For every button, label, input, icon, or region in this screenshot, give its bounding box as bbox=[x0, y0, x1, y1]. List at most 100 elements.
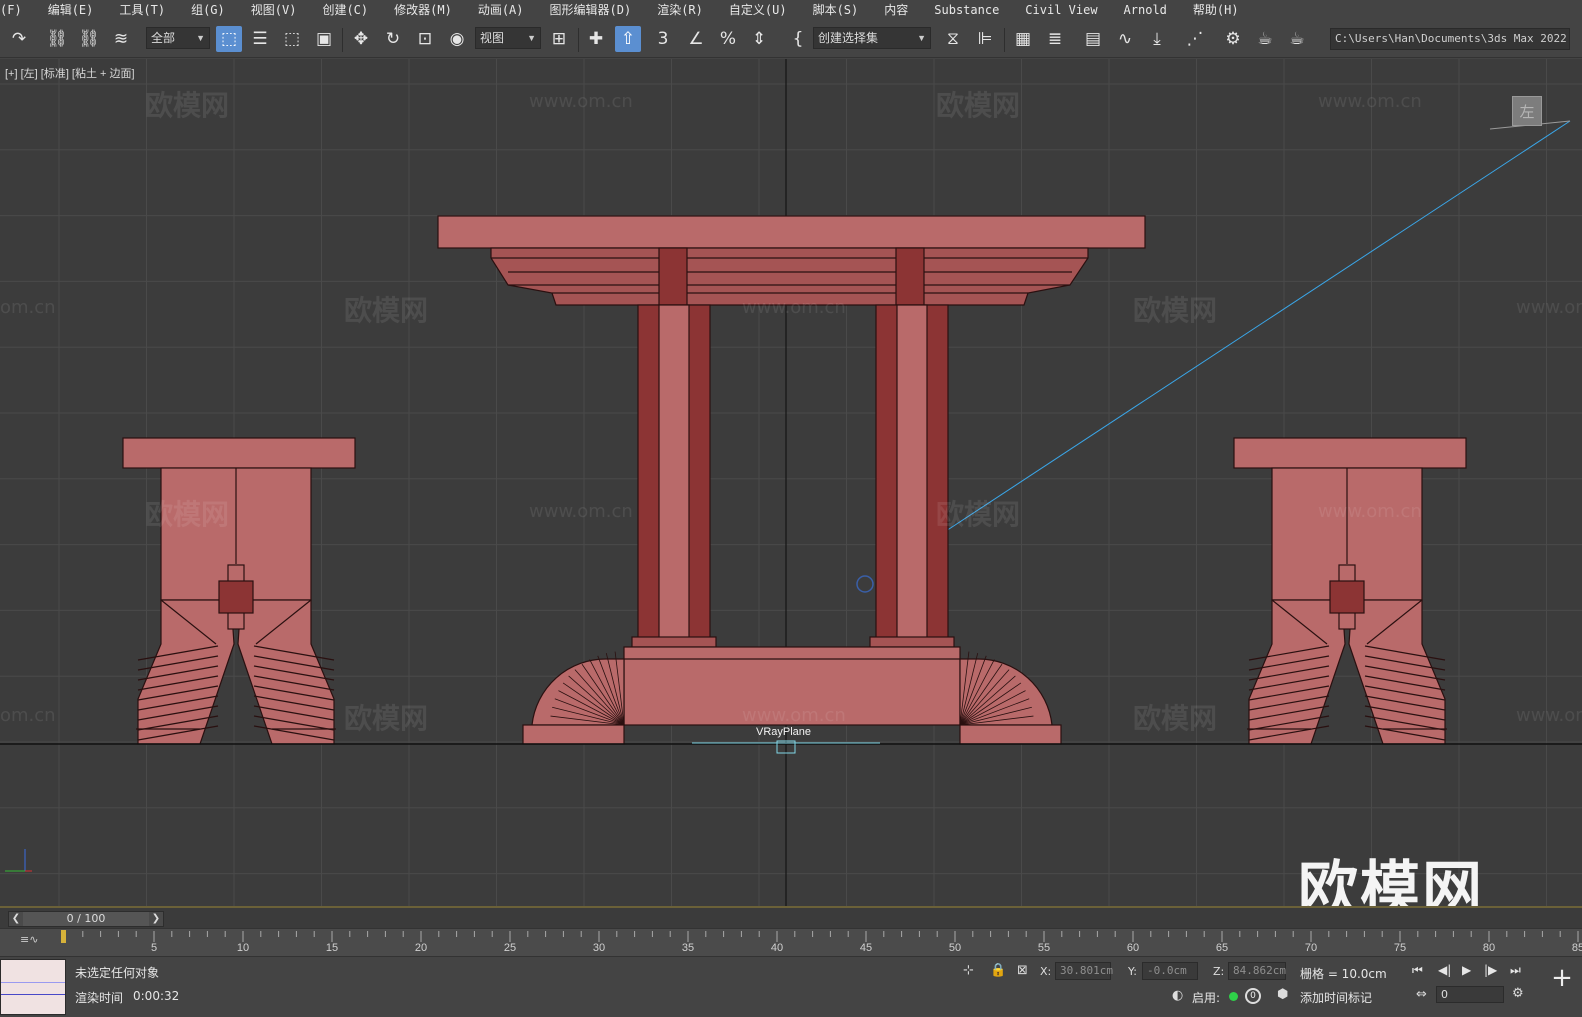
x-coord-label: X: bbox=[1040, 965, 1052, 978]
time-slider[interactable]: ❮ 0 / 100 ❯ bbox=[0, 906, 1582, 928]
stool-left-model[interactable] bbox=[122, 437, 356, 745]
goto-start-icon[interactable]: ⏮ bbox=[1412, 963, 1423, 978]
link-icon[interactable]: ⛓ bbox=[44, 26, 70, 52]
isolate-selection-icon[interactable]: ⊹ bbox=[963, 963, 974, 978]
menu-item[interactable]: 视图(V) bbox=[238, 0, 310, 20]
menu-item[interactable]: Arnold bbox=[1111, 0, 1180, 20]
z-coord-field[interactable]: 84.862cm bbox=[1228, 962, 1286, 980]
unlink-icon[interactable]: ⛓ bbox=[76, 26, 102, 52]
spinner-snap-icon[interactable]: ⇕ bbox=[746, 26, 772, 52]
rectangular-selection-icon[interactable]: ⬚ bbox=[279, 26, 305, 52]
selection-filter-combo[interactable]: 全部 ▼ bbox=[146, 27, 210, 49]
track-bar[interactable]: ≡∿ 5 10 15 20 25 30 35 40 45 50 55 60 65 70 75 80 85 bbox=[0, 928, 1582, 956]
render-frame-icon[interactable]: ☕ bbox=[1252, 26, 1278, 52]
edit-named-selection-icon[interactable]: { bbox=[785, 26, 811, 52]
menu-item[interactable]: Civil View bbox=[1012, 0, 1110, 20]
menu-item[interactable]: (F) bbox=[0, 0, 35, 20]
keyboard-shortcut-override-icon[interactable]: ⇧ bbox=[615, 26, 641, 52]
frame-display: 0 / 100 bbox=[66, 912, 106, 925]
menu-item[interactable]: 动画(A) bbox=[465, 0, 537, 20]
named-selection-combo[interactable]: 创建选择集 ▼ bbox=[813, 27, 931, 49]
track-tick-label: 30 bbox=[592, 942, 606, 954]
enabled-status-dot[interactable] bbox=[1229, 992, 1238, 1001]
menu-item[interactable]: 创建(C) bbox=[309, 0, 381, 20]
time-config-icon[interactable]: ⚙ bbox=[1512, 986, 1524, 1001]
viewport-canvas[interactable] bbox=[0, 59, 1582, 906]
track-tick-label: 70 bbox=[1304, 942, 1318, 954]
angle-snap-icon[interactable]: ∠ bbox=[683, 26, 709, 52]
bind-spacewarp-icon[interactable]: ≋ bbox=[108, 26, 134, 52]
menu-item[interactable]: 渲染(R) bbox=[644, 0, 716, 20]
project-path-field[interactable]: C:\Users\Han\Documents\3ds Max 2022 bbox=[1330, 28, 1570, 50]
vrayplane-label: VRayPlane bbox=[756, 726, 812, 738]
time-slider-thumb[interactable]: ❮ 0 / 100 ❯ bbox=[8, 911, 164, 927]
render-setup-icon[interactable]: ⚙ bbox=[1220, 26, 1246, 52]
track-tick-label: 65 bbox=[1215, 942, 1229, 954]
previous-frame-icon[interactable]: ◀︎| bbox=[1438, 963, 1451, 977]
layer-explorer-icon[interactable]: ≣ bbox=[1042, 26, 1068, 52]
align-icon[interactable]: ⊫ bbox=[972, 26, 998, 52]
menu-item[interactable]: 内容 bbox=[871, 0, 921, 20]
place-icon[interactable]: ◉ bbox=[444, 26, 470, 52]
listener-line bbox=[1, 982, 65, 983]
absolute-mode-icon[interactable]: ⊠ bbox=[1017, 963, 1028, 978]
goto-end-icon[interactable]: ⏭ bbox=[1510, 963, 1521, 978]
chevron-down-icon: ▼ bbox=[527, 33, 536, 43]
stool-right-model[interactable] bbox=[1233, 437, 1467, 745]
menu-item[interactable]: 帮助(H) bbox=[1180, 0, 1252, 20]
menu-item[interactable]: 工具(T) bbox=[106, 0, 178, 20]
play-icon[interactable]: ▶ bbox=[1462, 963, 1471, 977]
curve-editor-icon[interactable]: ∿ bbox=[1112, 26, 1138, 52]
key-count-badge[interactable]: 0 bbox=[1245, 988, 1261, 1004]
chevron-right-icon[interactable]: ❯ bbox=[149, 912, 163, 926]
menu-item[interactable]: 编辑(E) bbox=[35, 0, 107, 20]
menu-item[interactable]: Substance bbox=[921, 0, 1012, 20]
track-tick-label: 60 bbox=[1126, 942, 1140, 954]
table-model[interactable] bbox=[437, 215, 1146, 745]
ribbon-toggle-icon[interactable]: ▤ bbox=[1080, 26, 1106, 52]
add-time-tag-icon[interactable]: ⬢ bbox=[1277, 987, 1288, 1002]
add-time-tag-label[interactable]: 添加时间标记 bbox=[1300, 989, 1372, 1006]
scale-icon[interactable]: ⊡ bbox=[412, 26, 438, 52]
current-frame-field[interactable]: 0 bbox=[1436, 986, 1504, 1003]
chevron-left-icon[interactable]: ❮ bbox=[9, 912, 23, 926]
light-target-icon[interactable] bbox=[856, 575, 874, 593]
schematic-view-icon[interactable]: ⤓ bbox=[1144, 26, 1170, 52]
y-coord-field[interactable]: -0.0cm bbox=[1142, 962, 1198, 980]
x-coord-field[interactable]: 30.801cm bbox=[1055, 962, 1113, 980]
move-icon[interactable]: ✥ bbox=[348, 26, 374, 52]
menu-item[interactable]: 脚本(S) bbox=[800, 0, 872, 20]
menu-item[interactable]: 修改器(M) bbox=[381, 0, 465, 20]
snap-toggle-icon[interactable]: 3 bbox=[650, 26, 676, 52]
next-frame-icon[interactable]: |▶︎ bbox=[1484, 963, 1497, 977]
menu-item[interactable]: 图形编辑器(D) bbox=[537, 0, 645, 20]
select-by-name-icon[interactable]: ☰ bbox=[247, 26, 273, 52]
watermark: om.cn bbox=[0, 705, 56, 726]
viewport-label[interactable]: [+] [左] [标准] [粘土 + 边面] bbox=[5, 65, 135, 81]
y-coord-value: -0.0cm bbox=[1147, 964, 1187, 977]
redo-icon[interactable]: ↷ bbox=[6, 26, 32, 52]
adaptive-degradation-icon[interactable]: ◐ bbox=[1172, 988, 1183, 1003]
material-editor-icon[interactable]: ⋰ bbox=[1182, 26, 1208, 52]
viewport-left[interactable]: 欧模网 www.om.cn 欧模网 www.om.cn om.cn 欧模网 www.om.c… bbox=[0, 59, 1582, 906]
selection-filter-value: 全部 bbox=[151, 31, 176, 45]
viewcube[interactable]: 左 bbox=[1512, 96, 1542, 126]
reference-coord-combo[interactable]: 视图 ▼ bbox=[475, 27, 541, 49]
scene-explorer-icon[interactable]: ▦ bbox=[1010, 26, 1036, 52]
maxscript-mini-listener[interactable] bbox=[0, 959, 66, 1015]
render-icon[interactable]: ☕ bbox=[1284, 26, 1310, 52]
leg-foot-left bbox=[631, 636, 717, 648]
mirror-icon[interactable]: ⧖ bbox=[940, 26, 966, 52]
rotate-icon[interactable]: ↻ bbox=[380, 26, 406, 52]
select-object-icon[interactable]: ⬚ bbox=[216, 26, 242, 52]
select-manipulate-icon[interactable]: ✚ bbox=[583, 26, 609, 52]
selection-lock-icon[interactable]: 🔒 bbox=[990, 963, 1006, 978]
percent-snap-icon[interactable]: % bbox=[715, 26, 741, 52]
window-crossing-icon[interactable]: ▣ bbox=[311, 26, 337, 52]
command-panel-plus-button[interactable]: + bbox=[1546, 963, 1578, 995]
menu-item[interactable]: 组(G) bbox=[178, 0, 238, 20]
chevron-down-icon: ▼ bbox=[196, 33, 205, 43]
menu-item[interactable]: 自定义(U) bbox=[716, 0, 800, 20]
pivot-center-icon[interactable]: ⊞ bbox=[546, 26, 572, 52]
key-mode-toggle-icon[interactable]: ⇔ bbox=[1416, 987, 1427, 1002]
